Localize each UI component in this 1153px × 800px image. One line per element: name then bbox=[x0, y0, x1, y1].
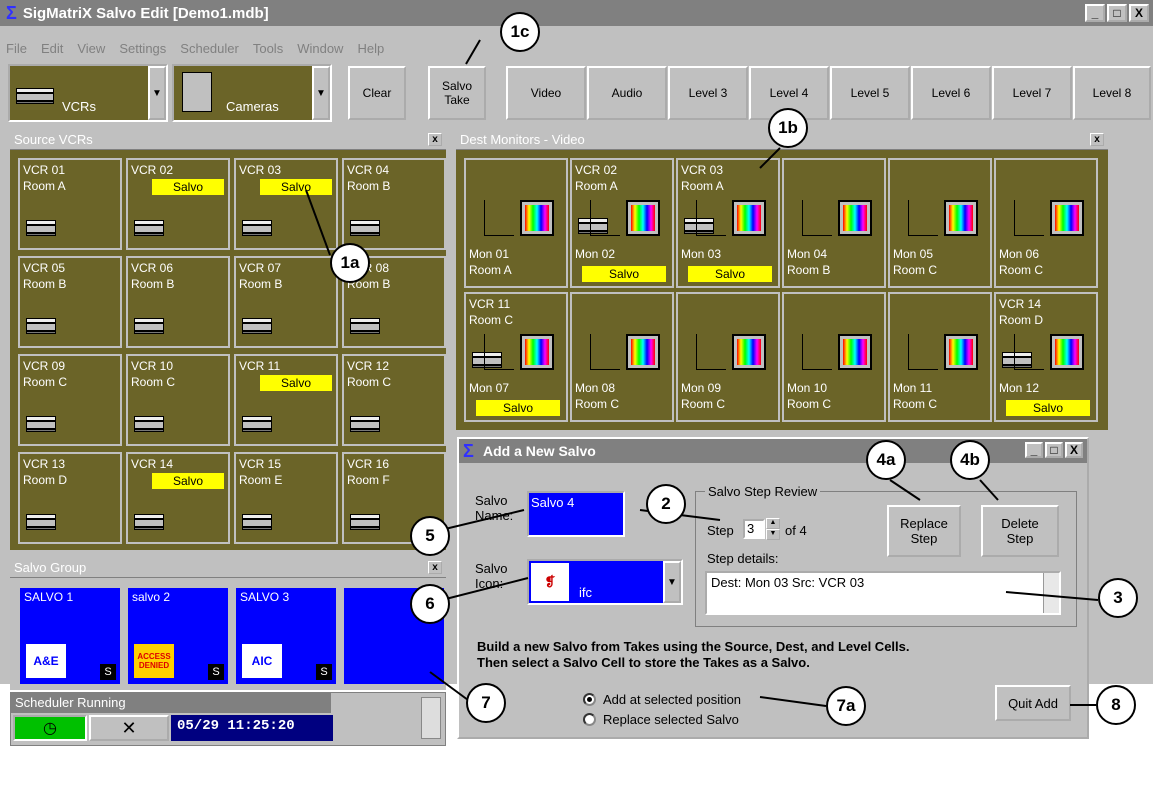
callout-7a: 7a bbox=[826, 686, 866, 726]
callout-5: 5 bbox=[410, 516, 450, 556]
callout-7: 7 bbox=[466, 683, 506, 723]
callout-1a: 1a bbox=[330, 243, 370, 283]
callout-4b: 4b bbox=[950, 440, 990, 480]
callout-8: 8 bbox=[1096, 685, 1136, 725]
callout-6: 6 bbox=[410, 584, 450, 624]
callout-lines bbox=[305, 39, 1099, 707]
callout-1c: 1c bbox=[500, 12, 540, 52]
callout-1b: 1b bbox=[768, 108, 808, 148]
callout-4a: 4a bbox=[866, 440, 906, 480]
callout-2: 2 bbox=[646, 484, 686, 524]
callout-3: 3 bbox=[1098, 578, 1138, 618]
